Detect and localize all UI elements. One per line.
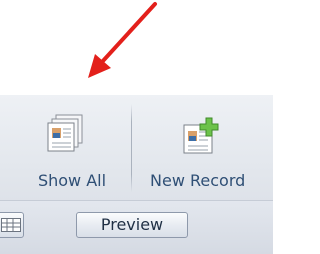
new-record-icon [180, 115, 224, 157]
ribbon-separator [131, 104, 132, 192]
show-all-label: Show All [37, 171, 107, 190]
grid-icon [1, 218, 21, 232]
preview-button[interactable]: Preview [76, 212, 188, 238]
new-record-button[interactable]: New Record [138, 113, 273, 195]
new-record-label: New Record [150, 171, 246, 190]
show-all-button[interactable]: Show All [20, 113, 124, 195]
grid-view-button[interactable] [0, 212, 24, 238]
show-all-icon [46, 113, 90, 157]
